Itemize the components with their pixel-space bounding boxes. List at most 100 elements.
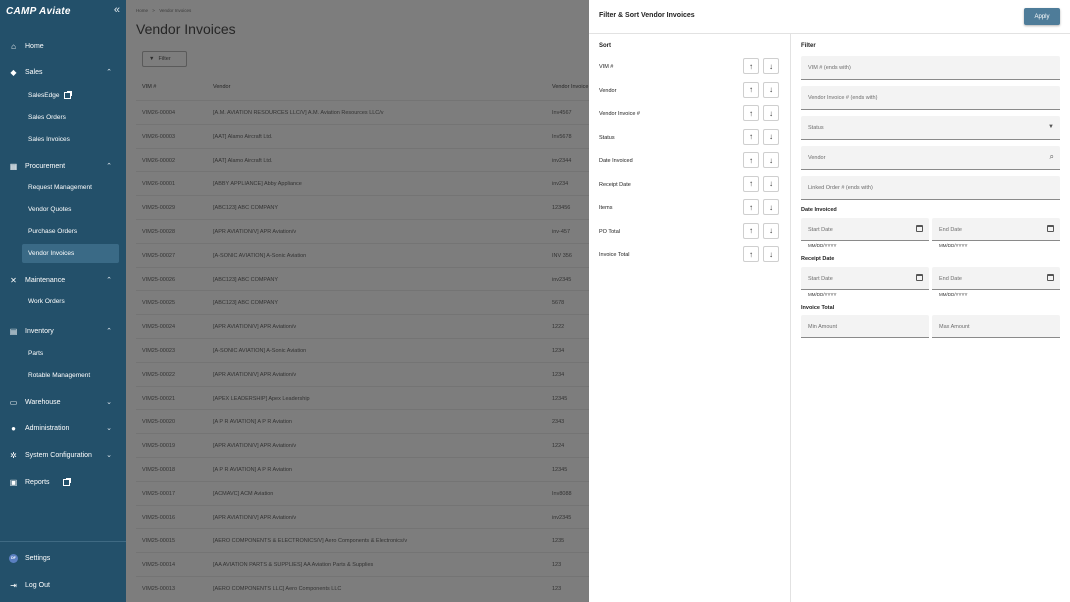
end-date-placeholder: End Date bbox=[939, 276, 962, 282]
sidebar-item-sales-invoices[interactable]: Sales Invoices bbox=[22, 130, 119, 149]
sort-ascending-button[interactable]: ↑ bbox=[743, 128, 759, 145]
sort-ascending-button[interactable]: ↑ bbox=[743, 81, 759, 98]
apply-button[interactable]: Apply bbox=[1024, 8, 1060, 25]
receipt-date-start-field[interactable]: Start Date bbox=[801, 267, 929, 290]
table-row[interactable]: VIM25-00018 [A P R AVIATION] A P R Aviati… bbox=[136, 457, 606, 481]
vendor-invoice-filter-field[interactable]: Vendor Invoice # (ends with) bbox=[801, 86, 1060, 110]
sidebar-item-inventory[interactable]: ▤ Inventory ⌃ bbox=[0, 321, 126, 341]
table-row[interactable]: VIM26-00004 [A.M. AVIATION RESOURCES LLC/… bbox=[136, 100, 606, 124]
table-row[interactable]: VIM25-00024 [APR AVIATION/V] APR Aviation… bbox=[136, 314, 606, 338]
min-amount-field[interactable]: Min Amount bbox=[801, 315, 929, 338]
sort-descending-button[interactable]: ↓ bbox=[763, 175, 779, 192]
chevron-up-icon[interactable]: ⌃ bbox=[106, 162, 112, 170]
sidebar-item-warehouse[interactable]: ▭ Warehouse ⌄ bbox=[0, 392, 126, 412]
table-row[interactable]: VIM25-00029 [ABC123] ABC COMPANY 123456 bbox=[136, 195, 606, 219]
sort-ascending-button[interactable]: ↑ bbox=[743, 175, 759, 192]
table-row[interactable]: VIM25-00026 [ABC123] ABC COMPANY inv2345 bbox=[136, 266, 606, 291]
table-row[interactable]: VIM25-00015 [AERO COMPONENTS & ELECTRONIC… bbox=[136, 528, 606, 552]
chevron-up-icon[interactable]: ⌃ bbox=[106, 68, 112, 76]
sort-descending-button[interactable]: ↓ bbox=[763, 246, 779, 262]
vim-filter-field[interactable]: VIM # (ends with) bbox=[801, 56, 1060, 80]
date-invoiced-end-field[interactable]: End Date bbox=[932, 218, 1060, 241]
table-row[interactable]: VIM25-00028 [APR AVIATION/V] APR Aviation… bbox=[136, 219, 606, 243]
sidebar-item-purchase-orders[interactable]: Purchase Orders bbox=[22, 222, 119, 241]
table-row[interactable]: VIM25-00016 [APR AVIATION/V] APR Aviation… bbox=[136, 504, 606, 529]
sort-descending-button[interactable]: ↓ bbox=[763, 58, 779, 74]
sidebar-item-settings[interactable]: DF Settings bbox=[0, 548, 126, 568]
sort-ascending-button[interactable]: ↑ bbox=[743, 105, 759, 121]
table-row[interactable]: VIM25-00020 [A P R AVIATION] A P R Aviati… bbox=[136, 409, 606, 433]
table-row[interactable]: VIM25-00019 [APR AVIATION/V] APR Aviation… bbox=[136, 433, 606, 457]
sidebar-item-home[interactable]: ⌂ Home bbox=[0, 36, 126, 56]
chevron-up-icon[interactable]: ⌃ bbox=[106, 327, 112, 335]
sidebar-item-system-configuration[interactable]: ✲ System Configuration ⌄ bbox=[0, 445, 126, 465]
sidebar-item-work-orders[interactable]: Work Orders bbox=[22, 292, 119, 311]
column-header-vim[interactable]: VIM # bbox=[142, 84, 156, 90]
sidebar-item-maintenance[interactable]: ✕ Maintenance ⌃ bbox=[0, 270, 126, 290]
sidebar-item-vendor-quotes[interactable]: Vendor Quotes bbox=[22, 200, 119, 219]
filter-button[interactable]: ▼ Filter bbox=[142, 51, 187, 67]
chevron-up-icon[interactable]: ⌃ bbox=[106, 276, 112, 284]
sort-descending-button[interactable]: ↓ bbox=[763, 105, 779, 121]
camp-aviate-logo[interactable]: CAMP Aviate bbox=[6, 6, 71, 17]
status-select[interactable]: Status ▼ bbox=[801, 116, 1060, 140]
table-row[interactable]: VIM25-00013 [AERO COMPONENTS LLC] Aero Co… bbox=[136, 576, 606, 600]
breadcrumb-home[interactable]: Home bbox=[136, 8, 148, 13]
cell-vendor: [A-SONIC AVIATION] A-Sonic Aviation bbox=[213, 348, 307, 354]
max-amount-field[interactable]: Max Amount bbox=[932, 315, 1060, 338]
table-row[interactable]: VIM26-00001 [ABBY APPLIANCE] Abby Applian… bbox=[136, 171, 606, 195]
table-row[interactable]: VIM25-00027 [A-SONIC AVIATION] A-Sonic Av… bbox=[136, 242, 606, 267]
sidebar-item-salesedge[interactable]: SalesEdge bbox=[22, 86, 119, 105]
sidebar-item-administration[interactable]: ● Administration ⌄ bbox=[0, 418, 126, 438]
chevron-down-icon[interactable]: ⌄ bbox=[106, 451, 112, 459]
arrow-down-icon: ↓ bbox=[769, 108, 773, 118]
sort-descending-button[interactable]: ↓ bbox=[763, 199, 779, 215]
calendar-icon[interactable] bbox=[1047, 225, 1054, 234]
sidebar-item-reports[interactable]: ▣ Reports bbox=[0, 472, 126, 492]
sort-ascending-button[interactable]: ↑ bbox=[743, 152, 759, 168]
sort-descending-button[interactable]: ↓ bbox=[763, 152, 779, 168]
sort-ascending-button[interactable]: ↑ bbox=[743, 222, 759, 239]
vendor-search-field[interactable]: Vendor ⌕ bbox=[801, 146, 1060, 170]
sidebar-item-vendor-invoices[interactable]: Vendor Invoices bbox=[22, 244, 119, 263]
chevron-down-icon[interactable]: ⌄ bbox=[106, 398, 112, 406]
arrow-up-icon: ↑ bbox=[749, 179, 753, 188]
receipt-date-end-field[interactable]: End Date bbox=[932, 267, 1060, 290]
sort-descending-button[interactable]: ↓ bbox=[763, 128, 779, 145]
collapse-sidebar-icon[interactable]: « bbox=[114, 4, 120, 16]
cell-vim: VIM26-00004 bbox=[142, 110, 176, 116]
table-row[interactable]: VIM25-00014 [AA AVIATION PARTS & SUPPLIES… bbox=[136, 552, 606, 576]
sidebar-item-rotable-management[interactable]: Rotable Management bbox=[22, 366, 119, 385]
table-row[interactable]: VIM26-00003 [AAT] Alamo Aircraft Ltd. Inv5… bbox=[136, 123, 606, 148]
column-header-vendor[interactable]: Vendor bbox=[213, 84, 230, 90]
calendar-icon[interactable] bbox=[1047, 274, 1054, 283]
breadcrumb-current: Vendor Invoices bbox=[159, 8, 192, 13]
linked-order-filter-field[interactable]: Linked Order # (ends with) bbox=[801, 176, 1060, 200]
sidebar-item-label: Sales bbox=[25, 68, 43, 76]
date-invoiced-start-field[interactable]: Start Date bbox=[801, 218, 929, 241]
warehouse-icon: ▭ bbox=[9, 397, 18, 407]
table-row[interactable]: VIM25-00023 [A-SONIC AVIATION] A-Sonic Av… bbox=[136, 338, 606, 362]
sidebar-item-request-management[interactable]: Request Management bbox=[22, 178, 119, 197]
sidebar-item-sales-orders[interactable]: Sales Orders bbox=[22, 108, 119, 127]
table-row[interactable]: VIM25-00021 [APEX LEADERSHIP] Apex Leader… bbox=[136, 385, 606, 410]
table-row[interactable]: VIM25-00022 [APR AVIATION/V] APR Aviation… bbox=[136, 361, 606, 386]
chevron-down-icon[interactable]: ⌄ bbox=[106, 424, 112, 432]
column-header-vendor-invoice[interactable]: Vendor Invoice bbox=[552, 84, 588, 90]
sidebar-item-sales[interactable]: ◆ Sales ⌃ bbox=[0, 62, 126, 82]
sort-descending-button[interactable]: ↓ bbox=[763, 222, 779, 239]
table-row[interactable]: VIM25-00017 [ACMAVC] ACM Aviation Inv8088 bbox=[136, 480, 606, 505]
sidebar-item-label: SalesEdge bbox=[28, 92, 60, 99]
sort-ascending-button[interactable]: ↑ bbox=[743, 199, 759, 215]
sidebar-item-logout[interactable]: ⇥ Log Out bbox=[0, 575, 126, 595]
sidebar-item-procurement[interactable]: ▦ Procurement ⌃ bbox=[0, 156, 126, 176]
calendar-icon[interactable] bbox=[916, 274, 923, 283]
sort-ascending-button[interactable]: ↑ bbox=[743, 58, 759, 74]
sort-descending-button[interactable]: ↓ bbox=[763, 81, 779, 98]
table-row[interactable]: VIM25-00025 [ABC123] ABC COMPANY 5678 bbox=[136, 290, 606, 314]
sidebar-item-parts[interactable]: Parts bbox=[22, 344, 119, 363]
sort-ascending-button[interactable]: ↑ bbox=[743, 246, 759, 262]
cell-vendor-invoice: 12345 bbox=[552, 467, 568, 473]
calendar-icon[interactable] bbox=[916, 225, 923, 234]
table-row[interactable]: VIM26-00002 [AAT] Alamo Aircraft Ltd. inv2… bbox=[136, 147, 606, 172]
